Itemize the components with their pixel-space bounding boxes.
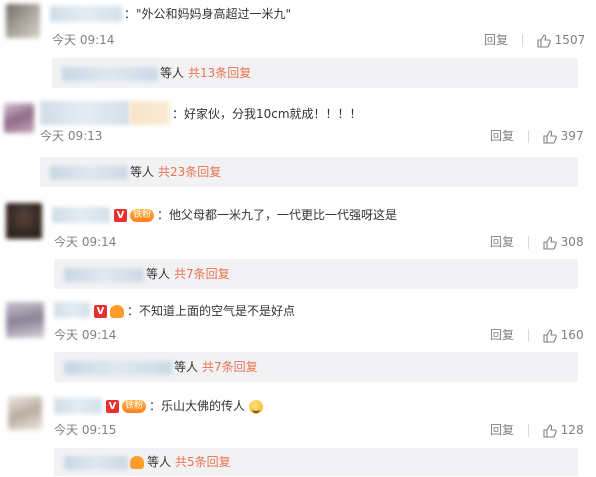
like-button[interactable]: 1507	[537, 33, 586, 48]
fan-badge: 铁粉	[130, 209, 155, 222]
comment-line: V ：不知道上面的空气是不是好点	[94, 303, 295, 319]
avatar[interactable]	[6, 203, 42, 239]
comment-time: 今天 09:13	[40, 129, 103, 143]
like-button[interactable]: 160	[543, 328, 584, 343]
thumbs-up-icon	[543, 328, 557, 343]
like-button[interactable]: 128	[543, 423, 584, 438]
reply-suffix: 等人	[146, 267, 171, 281]
reply-button[interactable]: 回复	[490, 326, 514, 343]
reply-thread[interactable]: 等人 共23条回复	[40, 157, 578, 187]
comment-text: ：乐山大佛的传人	[149, 399, 246, 413]
thumbs-up-icon	[537, 33, 551, 48]
reply-suffix: 等人	[130, 165, 155, 179]
comment-item: ："外公和妈妈身高超过一米九" 今天 09:14 回复 1507 等人 共13条回…	[0, 0, 596, 95]
thumbs-up-icon	[543, 235, 557, 250]
verified-v-badge: V	[106, 400, 119, 413]
reply-users[interactable]	[62, 66, 158, 81]
like-count: 128	[560, 423, 584, 437]
reply-button[interactable]: 回复	[490, 421, 514, 438]
username[interactable]	[54, 398, 102, 414]
divider	[527, 424, 529, 437]
comment-text: ：他父母都一米九了，一代更比一代强呀这是	[157, 208, 398, 222]
comment-text: ："外公和妈妈身高超过一米九"	[124, 7, 292, 21]
like-count: 308	[560, 235, 584, 249]
reply-suffix: 等人	[174, 360, 199, 374]
comment-text: ：好家伙，分我10cm就成！！！！	[172, 107, 362, 121]
like-count: 397	[560, 129, 584, 143]
avatar[interactable]	[6, 302, 44, 338]
reply-users[interactable]	[50, 165, 128, 180]
comment-actions: 回复 1507	[484, 31, 585, 48]
reply-thread[interactable]: 等人 共7条回复	[54, 352, 578, 382]
comment-item: V ：不知道上面的空气是不是好点 今天 09:14 回复 160 等人 共7条回复	[0, 296, 596, 386]
reply-thread[interactable]: 等人 共7条回复	[54, 259, 578, 289]
crown-badge	[110, 305, 124, 318]
fan-badge: 铁粉	[122, 400, 147, 413]
avatar[interactable]	[8, 396, 42, 430]
divider	[527, 130, 529, 143]
thumbs-up-icon	[543, 129, 557, 144]
comment-item: ：好家伙，分我10cm就成！！！！ 今天 09:13 回复 397 等人 共23条…	[0, 95, 596, 195]
crown-badge	[130, 456, 144, 469]
comment-time: 今天 09:14	[54, 235, 117, 249]
reply-users[interactable]	[64, 360, 172, 375]
laughing-tears-emoji-icon	[248, 399, 263, 414]
comment-item: V 铁粉 ：他父母都一米九了，一代更比一代强呀这是 今天 09:14 回复 308 …	[0, 197, 596, 292]
verified-v-badge: V	[114, 209, 127, 222]
avatar[interactable]	[6, 4, 40, 38]
divider	[521, 34, 523, 47]
reply-thread[interactable]: 等人 共13条回复	[52, 58, 578, 88]
thumbs-up-icon	[543, 423, 557, 438]
reply-button[interactable]: 回复	[490, 233, 514, 250]
reply-suffix: 等人	[147, 455, 172, 469]
username[interactable]	[50, 6, 122, 22]
comment-time: 今天 09:14	[52, 33, 115, 47]
comment-line: V 铁粉 ：他父母都一米九了，一代更比一代强呀这是	[114, 207, 397, 223]
comment-line: V 铁粉 ：乐山大佛的传人	[106, 398, 263, 414]
username[interactable]	[40, 101, 130, 125]
reply-count-link[interactable]: 共23条回复	[158, 165, 221, 179]
reply-count-link[interactable]: 共13条回复	[188, 66, 251, 80]
comment-actions: 回复 308	[490, 233, 584, 250]
comment-actions: 回复 160	[490, 326, 584, 343]
user-badge	[130, 101, 170, 125]
reply-suffix: 等人	[160, 66, 185, 80]
divider	[527, 329, 529, 342]
comment-actions: 回复 128	[490, 421, 584, 438]
comment-item: V 铁粉 ：乐山大佛的传人 今天 09:15 回复 128 等人 共5条回复	[0, 390, 596, 477]
reply-thread[interactable]: 等人 共5条回复	[54, 448, 578, 476]
reply-count-link[interactable]: 共7条回复	[202, 360, 258, 374]
reply-button[interactable]: 回复	[490, 127, 514, 144]
comment-time: 今天 09:15	[54, 423, 117, 437]
divider	[527, 236, 529, 249]
reply-button[interactable]: 回复	[484, 31, 508, 48]
verified-v-badge: V	[94, 305, 107, 318]
username[interactable]	[52, 207, 110, 223]
like-button[interactable]: 308	[543, 235, 584, 250]
reply-count-link[interactable]: 共5条回复	[175, 455, 231, 469]
comment-time: 今天 09:14	[54, 328, 117, 342]
like-count: 1507	[554, 33, 586, 47]
reply-users[interactable]	[64, 267, 144, 282]
username[interactable]	[54, 302, 90, 318]
comment-actions: 回复 397	[490, 127, 584, 144]
reply-users[interactable]	[64, 455, 128, 470]
like-button[interactable]: 397	[543, 129, 584, 144]
avatar[interactable]	[4, 103, 34, 133]
reply-count-link[interactable]: 共7条回复	[174, 267, 230, 281]
comment-text: ：不知道上面的空气是不是好点	[127, 304, 296, 318]
like-count: 160	[560, 328, 584, 342]
